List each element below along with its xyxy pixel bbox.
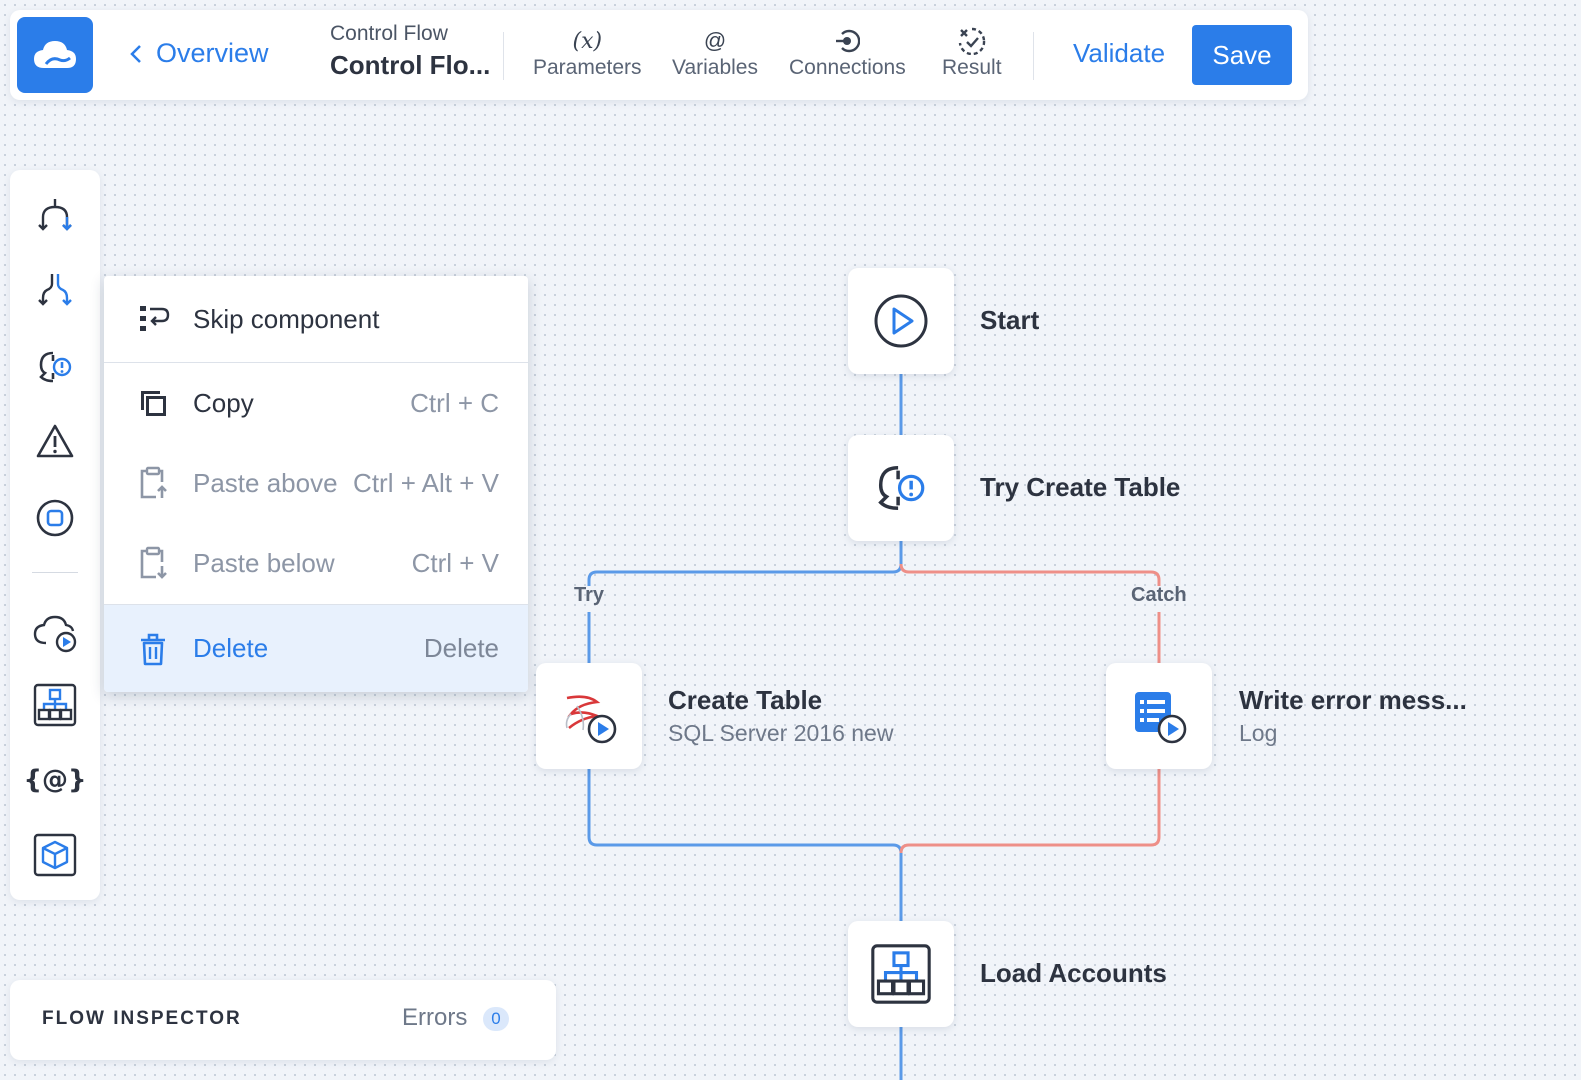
flow-node-write-error-message[interactable]	[1106, 663, 1212, 769]
menu-item-copy[interactable]: Copy Ctrl + C	[104, 363, 528, 443]
stop-component-button[interactable]	[30, 493, 80, 543]
save-button[interactable]: Save	[1192, 25, 1292, 85]
data-flow-icon	[33, 683, 77, 727]
context-menu: Skip component Copy Ctrl + C Paste above…	[104, 276, 528, 692]
menu-item-paste-above[interactable]: Paste above Ctrl + Alt + V	[104, 443, 528, 523]
menu-item-shortcut: Delete	[423, 633, 499, 663]
flow-node-try-create-table[interactable]	[848, 435, 954, 541]
menu-item-delete[interactable]: Delete Delete	[104, 605, 528, 692]
catch-branch-label: Catch	[1131, 584, 1187, 606]
data-flow-component-button[interactable]	[30, 680, 80, 730]
menu-item-shortcut: Ctrl + C	[410, 387, 499, 418]
flow-node-title: Load Accounts	[980, 958, 1167, 988]
copy-icon	[141, 391, 166, 416]
try-branch-label: Try	[574, 584, 605, 606]
variables-label: Variables	[672, 56, 758, 79]
menu-item-label: Skip component	[193, 303, 380, 334]
try-catch-component-button[interactable]	[30, 342, 80, 392]
container-component-button[interactable]	[30, 830, 80, 880]
menu-item-label: Paste below	[193, 547, 335, 578]
toolbox-divider	[32, 572, 78, 573]
warning-icon	[36, 424, 74, 458]
if-branch-icon	[38, 199, 72, 231]
container-box-icon	[33, 833, 77, 877]
menu-item-label: Delete	[193, 633, 269, 663]
app-logo[interactable]	[17, 17, 93, 93]
raise-error-component-button[interactable]	[30, 417, 80, 467]
data-flow-icon	[871, 944, 931, 1004]
flow-inspector-panel[interactable]: FLOW INSPECTOR Errors 0	[10, 980, 556, 1060]
play-circle-icon	[874, 294, 928, 348]
parallel-component-button[interactable]	[30, 265, 80, 315]
parameters-label: Parameters	[533, 56, 642, 79]
flow-inspector-title: FLOW INSPECTOR	[42, 1008, 242, 1029]
parameters-button[interactable]: (x) Parameters	[533, 26, 642, 80]
variables-braces-icon: {@}	[23, 765, 87, 795]
validate-button[interactable]: Validate	[1073, 38, 1165, 69]
flow-node-title: Create Table	[668, 685, 823, 715]
back-to-overview-link[interactable]: Overview	[130, 38, 269, 69]
try-catch-icon	[39, 351, 72, 383]
parallel-branch-icon	[38, 274, 72, 306]
connections-icon	[834, 26, 861, 56]
trash-icon	[141, 633, 165, 665]
menu-item-label: Copy	[193, 387, 254, 418]
flow-node-title: Try Create Table	[980, 472, 1181, 502]
chevron-left-icon	[130, 44, 141, 63]
top-toolbar: Overview Control Flow Control Flo... (x)…	[10, 10, 1308, 100]
flow-node-title: Start	[980, 305, 1040, 335]
skip-icon	[140, 306, 170, 331]
divider	[503, 32, 504, 80]
result-label: Result	[942, 56, 1002, 79]
result-button[interactable]: Result	[942, 26, 1002, 80]
paste-below-icon	[140, 546, 167, 579]
result-icon	[958, 26, 986, 56]
menu-item-shortcut: Ctrl + Alt + V	[353, 467, 499, 498]
flow-node-title: Write error mess...	[1239, 685, 1467, 715]
log-run-icon	[1135, 692, 1187, 744]
variables-button[interactable]: @ Variables	[672, 26, 758, 80]
flow-node-subtitle: Log	[1239, 720, 1278, 746]
flow-node-subtitle: SQL Server 2016 new	[668, 720, 894, 746]
menu-item-shortcut: Ctrl + V	[411, 547, 499, 578]
breadcrumb-parent: Control Flow	[330, 22, 448, 45]
at-sign-icon: @	[703, 28, 727, 53]
connections-button[interactable]: Connections	[789, 26, 906, 80]
errors-count-badge: 0	[483, 1007, 509, 1031]
flow-node-start[interactable]	[848, 268, 954, 374]
page-title[interactable]: Control Flo...	[330, 50, 490, 81]
component-toolbox: {@}	[10, 170, 100, 900]
flow-node-load-accounts[interactable]	[848, 921, 954, 1027]
divider	[1033, 32, 1034, 80]
errors-label[interactable]: Errors	[402, 1004, 467, 1032]
flow-node-create-table[interactable]	[536, 663, 642, 769]
cloud-logo-icon	[34, 41, 76, 68]
breadcrumb: Control Flow Control Flo...	[330, 22, 490, 81]
parameters-icon: (x)	[572, 28, 603, 54]
paste-above-icon	[140, 466, 167, 499]
stop-icon	[36, 499, 74, 537]
set-variable-component-button[interactable]: {@}	[23, 755, 86, 805]
menu-item-label: Paste above	[193, 467, 338, 498]
connections-label: Connections	[789, 56, 906, 79]
back-label: Overview	[156, 38, 269, 68]
run-package-component-button[interactable]	[30, 608, 80, 658]
sql-server-run-icon	[565, 695, 617, 744]
if-component-button[interactable]	[30, 190, 80, 240]
try-catch-icon	[878, 465, 925, 511]
cloud-run-icon	[33, 615, 77, 653]
menu-item-paste-below[interactable]: Paste below Ctrl + V	[104, 523, 528, 603]
menu-item-skip-component[interactable]: Skip component	[104, 276, 528, 362]
